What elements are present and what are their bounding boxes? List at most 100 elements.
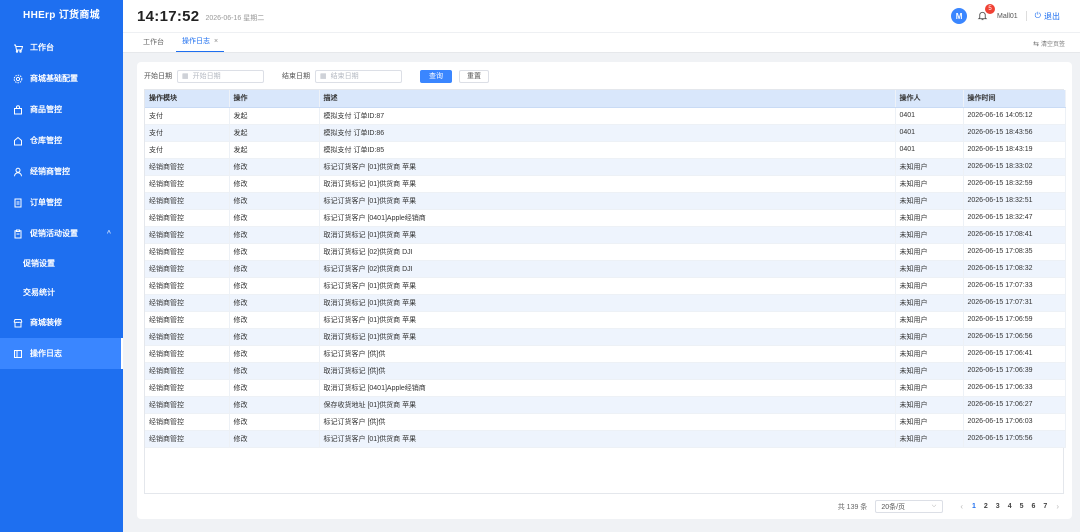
page-number[interactable]: 5 [1020, 503, 1024, 510]
sidebar-item-promotions[interactable]: 促销活动设置 ^ [0, 218, 123, 249]
current-date: 2026-06-16 星期二 [205, 15, 265, 22]
table-row[interactable]: 经销商管控 修改 取消订货标记 [0401]Apple经销商 未知用户 2026-06-… [145, 379, 1066, 397]
page-number[interactable]: 1 [972, 503, 976, 510]
sidebar-item-store-decoration[interactable]: 商城装修 [0, 307, 123, 338]
table-cell: 修改 [229, 430, 320, 448]
table-row[interactable]: 经销商管控 修改 取消订货标记 [01]供货商 苹果 未知用户 2026-06-15 1… [145, 294, 1066, 312]
table-cell: 2026-06-15 18:33:02 [963, 158, 1066, 176]
table-cell: 未知用户 [895, 430, 964, 448]
main-panel: 开始日期 ▦ 开始日期 结束日期 ▦ 结束日期 查询 重置 操作模块 操作 描述… [137, 62, 1072, 519]
sidebar-subitem-promotion-settings[interactable]: 促销设置 [0, 249, 123, 278]
chevron-down-icon: ⌵ [931, 503, 937, 509]
sidebar-item-workbench[interactable]: 工作台 [0, 32, 123, 63]
user-icon [13, 167, 23, 177]
clear-tabs-label: 清空页签 [1040, 42, 1065, 48]
notification-bell[interactable]: 5 [977, 4, 996, 22]
table-row[interactable]: 经销商管控 修改 标记订货客户 [02]供货商 DJI 未知用户 2026-06-15 … [145, 260, 1066, 278]
table-row[interactable]: 经销商管控 修改 标记订货客户 [01]供货商 苹果 未知用户 2026-06-15 1… [145, 192, 1066, 210]
next-page-button[interactable]: › [1056, 502, 1059, 511]
table-row[interactable]: 经销商管控 修改 取消订货标记 [供]供 未知用户 2026-06-15 17:06:3… [145, 362, 1066, 380]
avatar[interactable]: M [951, 8, 968, 24]
table-cell: 标记订货客户 [01]供货商 苹果 [319, 430, 896, 448]
table-cell: 取消订货标记 [0401]Apple经销商 [319, 379, 896, 397]
page-size-select[interactable]: 20条/页 ⌵ [875, 500, 944, 513]
table-cell: 标记订货客户 [01]供货商 苹果 [319, 158, 896, 176]
sidebar-item-orders[interactable]: 订单管控 [0, 187, 123, 218]
sidebar-subitem-trade-stats[interactable]: 交易统计 [0, 278, 123, 307]
table-cell: 模拟支付 订单ID:87 [319, 107, 896, 125]
brand-title: HHErp 订货商城 [23, 10, 100, 21]
log-icon [13, 349, 23, 359]
sidebar-item-warehouse[interactable]: 仓库管控 [0, 125, 123, 156]
table-cell: 发起 [229, 141, 320, 159]
start-date-input[interactable]: ▦ 开始日期 [177, 69, 264, 83]
table-row[interactable]: 经销商管控 修改 取消订货标记 [02]供货商 DJI 未知用户 2026-06-15 … [145, 243, 1066, 261]
table-row[interactable]: 支付 发起 模拟支付 订单ID:87 0401 2026-06-16 14:05:12 [145, 107, 1066, 125]
header-actions: M 5 Mall01 ⏻ 退出 [951, 0, 1060, 32]
table-cell: 2026-06-15 17:08:41 [963, 226, 1066, 244]
table-cell: 经销商管控 [145, 379, 230, 397]
page-number[interactable]: 3 [996, 503, 1000, 510]
close-icon[interactable]: × [214, 38, 218, 45]
sidebar-item-dealers[interactable]: 经销商管控 [0, 156, 123, 187]
table-row[interactable]: 经销商管控 修改 取消订货标记 [01]供货商 苹果 未知用户 2026-06-15 1… [145, 328, 1066, 346]
clear-tabs-button[interactable]: ⇆ 清空页签 [1033, 39, 1065, 49]
tab-workbench[interactable]: 工作台 [137, 37, 170, 52]
page-number[interactable]: 2 [984, 503, 988, 510]
sidebar-item-mall-config[interactable]: 商城基础配置 [0, 63, 123, 94]
table-cell: 修改 [229, 311, 320, 329]
table-row[interactable]: 经销商管控 修改 标记订货客户 [供]供 未知用户 2026-06-15 17:06:0… [145, 413, 1066, 431]
house-icon [13, 136, 23, 146]
table-cell: 2026-06-15 18:32:47 [963, 209, 1066, 227]
table-row[interactable]: 经销商管控 修改 保存收货地址 [01]供货商 苹果 未知用户 2026-06-15 1… [145, 396, 1066, 414]
sidebar: HHErp 订货商城 工作台 商城基础配置 商品管控 仓库管控 经销商管控 订单… [0, 0, 123, 532]
reset-button[interactable]: 重置 [459, 69, 489, 83]
end-date-input[interactable]: ▦ 结束日期 [315, 69, 402, 83]
column-header: 操作模块 [145, 90, 230, 108]
table-row[interactable]: 经销商管控 修改 标记订货客户 [01]供货商 苹果 未知用户 2026-06-15 1… [145, 430, 1066, 448]
table-row[interactable]: 经销商管控 修改 取消订货标记 [01]供货商 苹果 未知用户 2026-06-15 1… [145, 226, 1066, 244]
table-cell: 0401 [895, 107, 964, 125]
table-cell: 修改 [229, 362, 320, 380]
table-cell: 模拟支付 订单ID:86 [319, 124, 896, 142]
table-row[interactable]: 经销商管控 修改 取消订货标记 [01]供货商 苹果 未知用户 2026-06-15 1… [145, 175, 1066, 193]
table-row[interactable]: 经销商管控 修改 标记订货客户 [01]供货商 苹果 未知用户 2026-06-15 1… [145, 158, 1066, 176]
table-cell: 修改 [229, 345, 320, 363]
logout-button[interactable]: ⏻ 退出 [1035, 11, 1060, 22]
username[interactable]: Mall01 [997, 13, 1018, 20]
table-cell: 2026-06-15 17:05:56 [963, 430, 1066, 448]
filter-bar: 开始日期 ▦ 开始日期 结束日期 ▦ 结束日期 查询 重置 [144, 69, 496, 83]
table-cell: 经销商管控 [145, 277, 230, 295]
page-number[interactable]: 4 [1008, 503, 1012, 510]
query-button[interactable]: 查询 [420, 69, 452, 83]
table-cell: 经销商管控 [145, 396, 230, 414]
table-cell: 保存收货地址 [01]供货商 苹果 [319, 396, 896, 414]
notification-badge: 5 [985, 4, 996, 14]
page-numbers: 1 2 3 4 5 67 [968, 503, 1051, 510]
sidebar-item-operation-log[interactable]: 操作日志 [0, 338, 123, 369]
table-cell: 2026-06-15 18:43:56 [963, 124, 1066, 142]
table-row[interactable]: 经销商管控 修改 标记订货客户 [01]供货商 苹果 未知用户 2026-06-15 1… [145, 277, 1066, 295]
table-cell: 修改 [229, 209, 320, 227]
table-cell: 2026-06-15 17:06:56 [963, 328, 1066, 346]
table-cell: 经销商管控 [145, 328, 230, 346]
sidebar-item-label: 订单管控 [30, 198, 62, 207]
page-number[interactable]: 7 [1043, 503, 1047, 510]
prev-page-button[interactable]: ‹ [960, 502, 963, 511]
table-cell: 标记订货客户 [01]供货商 苹果 [319, 277, 896, 295]
page-number[interactable]: 6 [1032, 503, 1036, 510]
table-row[interactable]: 经销商管控 修改 标记订货客户 [供]供 未知用户 2026-06-15 17:06:4… [145, 345, 1066, 363]
table-cell: 2026-06-15 17:06:39 [963, 362, 1066, 380]
document-icon [13, 198, 23, 208]
table-cell: 修改 [229, 277, 320, 295]
column-header: 描述 [319, 90, 896, 108]
tab-operation-log[interactable]: 操作日志 × [176, 36, 225, 52]
table-row[interactable]: 支付 发起 模拟支付 订单ID:85 0401 2026-06-15 18:43:19 [145, 141, 1066, 159]
table-row[interactable]: 经销商管控 修改 标记订货客户 [01]供货商 苹果 未知用户 2026-06-15 1… [145, 311, 1066, 329]
table-row[interactable]: 经销商管控 修改 标记订货客户 [0401]Apple经销商 未知用户 2026-06-… [145, 209, 1066, 227]
sidebar-item-products[interactable]: 商品管控 [0, 94, 123, 125]
table-cell: 取消订货标记 [供]供 [319, 362, 896, 380]
sidebar-item-label: 操作日志 [30, 349, 62, 358]
table-row[interactable]: 支付 发起 模拟支付 订单ID:86 0401 2026-06-15 18:43:56 [145, 124, 1066, 142]
table-cell: 经销商管控 [145, 294, 230, 312]
